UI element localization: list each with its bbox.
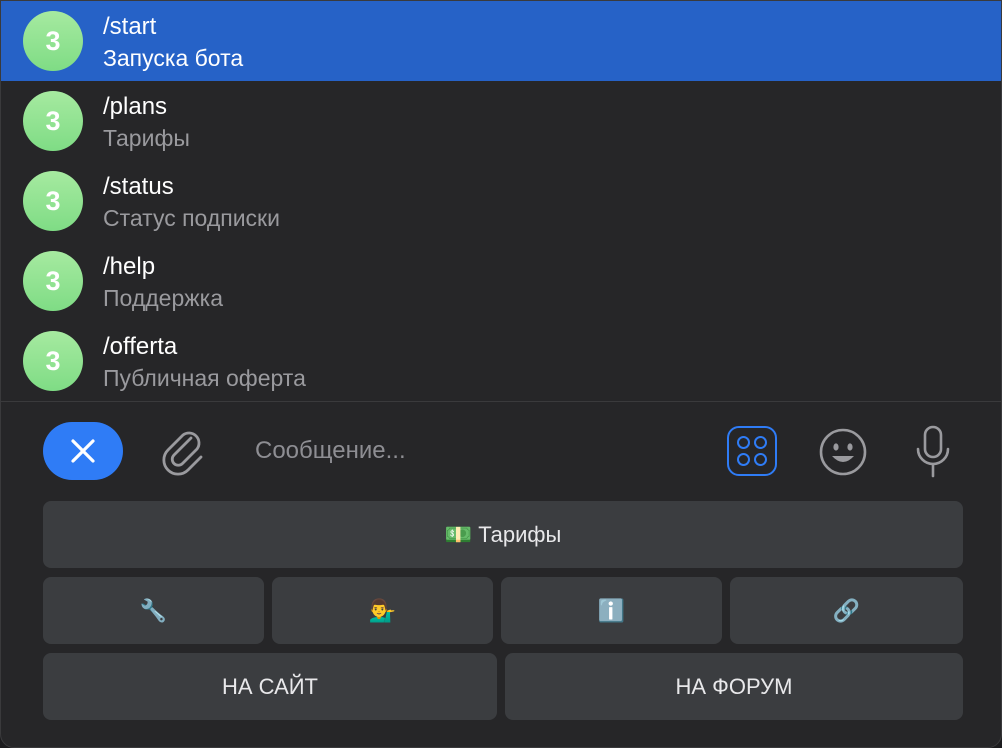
close-icon	[71, 439, 95, 463]
keyboard-button-label: Тарифы	[478, 522, 562, 547]
emoji-icon	[819, 428, 867, 476]
microphone-icon	[916, 425, 950, 478]
keyboard-button-plans[interactable]: 💵 Тарифы	[43, 501, 963, 568]
paperclip-icon	[162, 431, 203, 476]
keyboard-button-info[interactable]: ℹ️	[501, 577, 722, 644]
message-composer	[1, 402, 1001, 498]
keyboard-button-label: НА ФОРУМ	[675, 674, 793, 699]
command-description: Поддержка	[103, 285, 223, 311]
emoji-button[interactable]	[817, 426, 869, 478]
command-description: Тарифы	[103, 125, 190, 151]
close-button[interactable]	[43, 422, 123, 480]
keyboard-button-forum[interactable]: НА ФОРУМ	[505, 653, 963, 720]
command-name: /status	[103, 173, 174, 200]
link-icon: 🔗	[832, 598, 861, 623]
bot-avatar: 3	[23, 331, 83, 391]
info-icon: ℹ️	[597, 598, 626, 623]
wrench-icon: 🔧	[139, 598, 168, 623]
keyboard-button-site[interactable]: НА САЙТ	[43, 653, 497, 720]
command-item-help[interactable]: 3 /help Поддержка	[1, 241, 1001, 321]
microphone-button[interactable]	[911, 424, 955, 480]
command-name: /help	[103, 253, 156, 280]
bot-avatar: 3	[23, 11, 83, 71]
bot-avatar: 3	[23, 251, 83, 311]
bot-keyboard-toggle-button[interactable]	[727, 426, 777, 476]
keyboard-button-settings[interactable]: 🔧	[43, 577, 264, 644]
command-name: /plans	[103, 93, 168, 120]
message-input[interactable]	[241, 428, 729, 474]
command-item-status[interactable]: 3 /status Статус подписки	[1, 161, 1001, 241]
keyboard-button-support[interactable]: 💁‍♂️	[272, 577, 493, 644]
command-item-start[interactable]: 3 /start Запуска бота	[1, 1, 1001, 81]
command-description: Запуска бота	[103, 45, 244, 71]
money-icon: 💵	[444, 522, 473, 547]
command-name: /offerta	[103, 333, 178, 360]
command-name: /start	[103, 13, 157, 40]
keyboard-button-label: НА САЙТ	[221, 674, 318, 699]
support-person-icon: 💁‍♂️	[368, 598, 397, 623]
bot-avatar: 3	[23, 171, 83, 231]
bot-avatar: 3	[23, 91, 83, 151]
command-item-offerta[interactable]: 3 /offerta Публичная оферта	[1, 321, 1001, 401]
attach-button[interactable]	[157, 424, 211, 478]
command-suggestions-list: 3 /start Запуска бота 3 /plans Тарифы 3 …	[1, 1, 1001, 401]
keyboard-button-link[interactable]: 🔗	[730, 577, 963, 644]
command-item-plans[interactable]: 3 /plans Тарифы	[1, 81, 1001, 161]
command-description: Публичная оферта	[103, 365, 306, 391]
command-description: Статус подписки	[103, 205, 280, 231]
bot-command-panel: 3 /start Запуска бота 3 /plans Тарифы 3 …	[0, 0, 1002, 748]
